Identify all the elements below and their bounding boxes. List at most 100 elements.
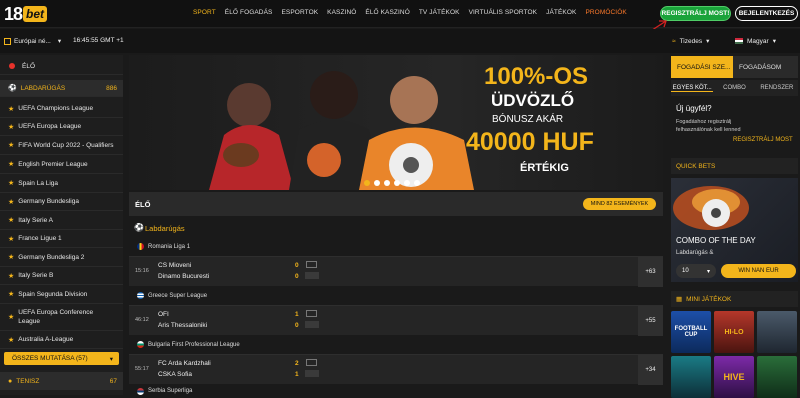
game-tile[interactable]: FOOTBALL CUP [671, 311, 711, 353]
tab-my-bets[interactable]: FOGADÁSOM [733, 56, 798, 78]
more-markets-button[interactable]: +55 [638, 306, 663, 336]
sport-label: Labdarúgás [145, 224, 185, 233]
romania-flag-icon [137, 243, 144, 250]
game-tile[interactable] [757, 356, 797, 398]
star-icon: ★ [8, 123, 15, 131]
show-all-button[interactable]: ÖSSZES MUTATÁSA (57) ▾ [4, 352, 119, 365]
new-customer-text: Fogadáshoz regisztrálj felhasználónak ke… [676, 119, 741, 133]
all-events-button[interactable]: MIND 82 ESEMÉNYEK [583, 198, 656, 210]
grid-icon: ▦ [676, 296, 683, 303]
odds-format-select[interactable]: ≈ Tizedes ▾ [672, 37, 709, 46]
stats-bar [305, 321, 319, 328]
carousel-dot[interactable] [414, 180, 420, 186]
stats-bar [305, 272, 319, 279]
star-icon: ★ [8, 313, 15, 321]
nav-casino[interactable]: KASZINÓ [327, 9, 356, 16]
stake-select[interactable]: 10 ▾ [676, 264, 716, 278]
carousel-dot[interactable] [384, 180, 390, 186]
nav-live-betting[interactable]: ÉLŐ FOGADÁS [225, 9, 273, 16]
star-icon: ★ [8, 180, 15, 187]
star-icon: ★ [8, 254, 15, 261]
match-row[interactable]: 46:12 OFI Aris Thessaloniki 1 0 +55 [129, 305, 663, 336]
field-icon[interactable] [306, 359, 317, 366]
nav-virtual-sports[interactable]: VIRTUÁLIS SPORTOK [469, 9, 538, 16]
star-icon: ★ [8, 217, 15, 224]
sidebar-live[interactable]: ÉLŐ [0, 58, 123, 75]
combo-sport: Labdarúgás & [676, 250, 714, 256]
star-icon: ★ [8, 161, 15, 168]
tab-betslip-register[interactable]: FOGADÁSI SZE... [671, 56, 733, 78]
chevron-down-icon: ▾ [772, 38, 776, 45]
sidebar-league-item[interactable]: ★ Spain Segunda Division [0, 285, 123, 304]
league-header: Greece Super League [129, 289, 663, 302]
tennis-icon: ● [8, 377, 13, 385]
register-button[interactable]: REGISZTRÁLJ MOST! [660, 6, 731, 21]
sidebar-league-item[interactable]: ★ UEFA Europa Conference League [0, 304, 123, 331]
carousel-dots [364, 180, 420, 186]
more-markets-button[interactable]: +34 [638, 355, 663, 385]
sidebar-league-item[interactable]: ★ Spain La Liga [0, 174, 123, 193]
star-icon: ★ [8, 105, 15, 113]
live-title: ÉLŐ [135, 200, 151, 209]
game-tile[interactable] [757, 311, 797, 353]
timezone-select[interactable]: Európai né... ▾ [4, 37, 61, 45]
football-icon: ⚽ [8, 85, 17, 92]
carousel-dot[interactable] [404, 180, 410, 186]
sidebar-league-item[interactable]: ★ FIFA World Cup 2022 - Qualifiers [0, 136, 123, 155]
logo[interactable]: 18 bet [4, 4, 48, 24]
star-icon: ★ [8, 336, 15, 344]
sidebar-league-item[interactable]: ★ Italy Serie B [0, 267, 123, 285]
match-row[interactable]: 15:16 CS Mioveni Dinamo Bucuresti 0 0 +6… [129, 256, 663, 287]
tab-system[interactable]: RENDSZER [756, 85, 798, 91]
carousel-dot[interactable] [394, 180, 400, 186]
hungary-flag-icon [735, 38, 743, 44]
login-button[interactable]: BEJELENTKEZÉS [735, 6, 798, 21]
nav-live-casino[interactable]: ÉLŐ KASZINÓ [365, 9, 409, 16]
more-markets-button[interactable]: +63 [638, 257, 663, 287]
banner-bonus-text: BÓNUSZ AKÁR [492, 114, 564, 125]
win-button[interactable]: WIN NAN EUR [721, 264, 796, 278]
game-tile[interactable]: HIVE [714, 356, 754, 398]
live-dot-icon [9, 63, 15, 69]
banner-welcome: ÜDVÖZLŐ [491, 91, 575, 110]
field-icon[interactable] [306, 261, 317, 268]
league-header: Romania Liga 1 [129, 240, 663, 253]
match-row[interactable]: 55:17 FC Arda Kardzhali CSKA Sofia 2 1 +… [129, 354, 663, 385]
game-tile[interactable] [671, 356, 711, 398]
serbia-flag-icon [137, 387, 144, 395]
register-now-link[interactable]: REGISZTRÁLJ MOST [733, 137, 793, 143]
calendar-icon [4, 37, 11, 45]
game-tile[interactable]: HI-LO [714, 311, 754, 353]
greece-flag-icon [137, 292, 144, 299]
sidebar-league-item[interactable]: ★ France Ligue 1 [0, 230, 123, 248]
star-icon: ★ [8, 198, 15, 206]
sidebar-league-item[interactable]: ★ Italy Serie A [0, 211, 123, 230]
football-icon: ⚽ [134, 223, 144, 232]
carousel-dot[interactable] [364, 180, 370, 186]
chevron-down-icon: ▾ [109, 355, 113, 363]
sidebar-football-header[interactable]: ⚽ LABDARÚGÁS 886 [0, 80, 123, 97]
new-customer-title: Új ügyfél? [676, 104, 712, 113]
sidebar-league-item[interactable]: ★ English Premier League [0, 155, 123, 174]
sidebar-league-item[interactable]: ★ Germany Bundesliga 2 [0, 248, 123, 267]
nav-sport[interactable]: SPORT [193, 9, 216, 16]
star-icon: ★ [8, 142, 15, 149]
chevron-down-icon: ▾ [57, 38, 62, 45]
carousel-dot[interactable] [374, 180, 380, 186]
sidebar-league-item[interactable]: ★ Germany Bundesliga [0, 193, 123, 211]
field-icon[interactable] [306, 310, 317, 317]
tab-single[interactable]: EGYES KÖT... [671, 85, 714, 92]
nav-promotions[interactable]: PROMÓCIÓK [585, 9, 626, 16]
nav-games[interactable]: JÁTÉKOK [546, 9, 576, 16]
star-icon: ★ [8, 272, 15, 280]
sidebar-league-item[interactable]: ★ Australia A-League [0, 331, 123, 349]
sidebar-tennis-header[interactable]: ● TENISZ 67 [0, 372, 123, 390]
stats-bar [305, 370, 319, 377]
language-select[interactable]: Magyar ▾ [735, 37, 776, 45]
star-icon: ★ [8, 235, 15, 243]
nav-tv-games[interactable]: TV JÁTÉKOK [419, 9, 460, 16]
sidebar-league-item[interactable]: ★ UEFA Europa League [0, 118, 123, 136]
sidebar-league-item[interactable]: ★ UEFA Champions League [0, 100, 123, 118]
nav-esports[interactable]: ESPORTOK [281, 9, 318, 16]
tab-combo[interactable]: COMBO [713, 85, 755, 91]
